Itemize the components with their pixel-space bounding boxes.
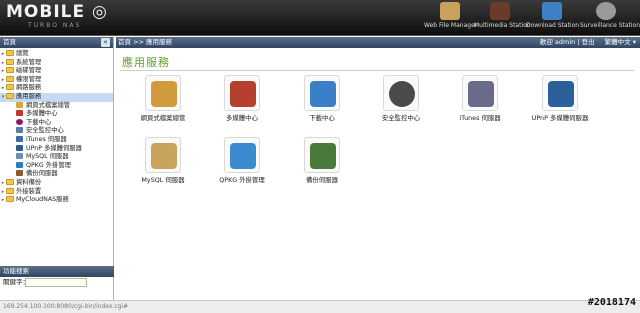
multimedia-station-shortcut[interactable]: Multimedia Station [474, 2, 531, 34]
app-backup-server[interactable]: 備份伺服器 [285, 137, 359, 184]
main-content: 首頁 >> 應用服務 歡迎 admin | 登出 繁體中文 ▾ 應用服務 網頁式… [116, 37, 640, 300]
watermark-stamp: #2018174 [587, 297, 636, 308]
app-qpkg-manager[interactable]: QPKG 外掛管理 [205, 137, 279, 184]
tree-child-backup-server[interactable]: 備份伺服器 [0, 170, 113, 179]
surveillance-camera-icon [389, 81, 415, 107]
download-center-icon [310, 81, 336, 107]
itunes-server-icon [468, 81, 494, 107]
folder-icon [6, 50, 14, 56]
app-web-file-manager[interactable]: 網頁式檔案總管 [126, 75, 200, 122]
status-url: 169.254.100.100:8080/cgi-bin/index.cgi# [3, 303, 129, 310]
backup-server-icon [16, 170, 23, 177]
multimedia-center-icon [16, 110, 23, 117]
folder-icon [6, 58, 14, 65]
tree-item-mycloudnas[interactable]: ▸ MyCloudNAS服務 [0, 196, 113, 205]
app-download-center[interactable]: 下載中心 [285, 75, 359, 122]
nav-tree: ▸ 總覽 ▸ 系統管理 ▸ 磁碟管理 ▸ 權限管理 ▸ 網路服務 ▾ 應用服務 網頁式檔案總… [0, 48, 113, 225]
function-search: 關鍵字： [3, 278, 87, 287]
web-file-manager-icon [151, 81, 177, 107]
tree-child-itunes[interactable]: iTunes 伺服器 [0, 135, 113, 145]
tree-item-system[interactable]: ▸ 系統管理 [0, 58, 113, 68]
download-station-shortcut[interactable]: Download Station [526, 2, 579, 34]
tree-item-applications[interactable]: ▾ 應用服務 [0, 92, 113, 102]
chevron-down-icon: ▾ [632, 38, 636, 46]
app-mysql-server[interactable]: MySQL 伺服器 [126, 137, 200, 184]
app-multimedia-center[interactable]: 多媒體中心 [205, 75, 279, 122]
tree-item-disk[interactable]: ▸ 磁碟管理 [0, 67, 113, 76]
status-bar: 169.254.100.100:8080/cgi-bin/index.cgi# [0, 300, 640, 313]
app-itunes-server[interactable]: iTunes 伺服器 [443, 75, 517, 122]
top-bar: MOBILE ◎ TURBO NAS Web File Manager Mult… [0, 0, 640, 36]
folder-icon [6, 178, 14, 185]
breadcrumb: 首頁 >> 應用服務 [118, 38, 173, 46]
section-divider [120, 70, 634, 71]
left-navigation-pane: 首頁 « ▸ 總覽 ▸ 系統管理 ▸ 磁碟管理 ▸ 權限管理 ▸ 網路服務 ▾ 應用服務 網… [0, 37, 114, 300]
tree-item-overview[interactable]: ▸ 總覽 [0, 50, 113, 59]
mysql-server-icon [151, 143, 177, 169]
app-surveillance-center[interactable]: 安全監控中心 [364, 75, 438, 122]
upnp-server-icon [16, 144, 23, 151]
itunes-server-icon [16, 135, 23, 142]
welcome-logout[interactable]: 歡迎 admin | 登出 [540, 38, 595, 46]
folder-icon [6, 196, 14, 203]
breadcrumb-bar: 首頁 >> 應用服務 歡迎 admin | 登出 繁體中文 ▾ [116, 37, 640, 48]
web-file-manager-icon [440, 2, 460, 20]
multimedia-station-icon [490, 2, 510, 20]
web-file-manager-icon [16, 101, 23, 108]
language-select[interactable]: 繁體中文 ▾ [605, 38, 636, 46]
tree-child-mysql[interactable]: MySQL 伺服器 [0, 153, 113, 162]
folder-icon [6, 75, 14, 82]
folder-open-icon [6, 92, 14, 99]
tree-item-data-backup[interactable]: ▸ 資料備份 [0, 178, 113, 188]
backup-server-icon [310, 143, 336, 169]
folder-icon [6, 67, 14, 74]
multimedia-center-icon [230, 81, 256, 107]
tree-child-upnp[interactable]: UPnP 多媒體伺服器 [0, 144, 113, 154]
nav-header: 首頁 « [0, 37, 113, 48]
keyword-input[interactable] [25, 278, 87, 287]
logo: MOBILE ◎ [6, 2, 108, 22]
app-upnp-server[interactable]: UPnP 多媒體伺服器 [523, 75, 597, 122]
qpkg-manager-icon [230, 143, 256, 169]
surveillance-station-icon [596, 2, 616, 20]
collapse-icon[interactable]: « [101, 38, 110, 47]
tree-item-external-devices[interactable]: ▸ 外接裝置 [0, 187, 113, 197]
download-station-icon [542, 2, 562, 20]
mysql-server-icon [16, 153, 23, 160]
surveillance-camera-icon [16, 127, 23, 134]
folder-icon [6, 187, 14, 194]
folder-icon [6, 84, 14, 91]
upnp-server-icon [548, 81, 574, 107]
qpkg-manager-icon [16, 161, 23, 168]
surveillance-station-shortcut[interactable]: Surveillance Station [580, 2, 640, 34]
web-file-manager-shortcut[interactable]: Web File Manager [424, 2, 477, 34]
function-search-header: 功能搜索 [0, 266, 114, 277]
tree-child-multimedia-center[interactable]: 多媒體中心 [0, 110, 113, 119]
section-title: 應用服務 [122, 56, 170, 69]
tree-item-network[interactable]: ▸ 網路服務 [0, 84, 113, 93]
logo-subtitle: TURBO NAS [28, 22, 82, 29]
tree-child-web-file-manager[interactable]: 網頁式檔案總管 [0, 101, 113, 111]
tree-child-surveillance[interactable]: 安全監控中心 [0, 127, 113, 136]
download-center-icon [16, 118, 23, 125]
